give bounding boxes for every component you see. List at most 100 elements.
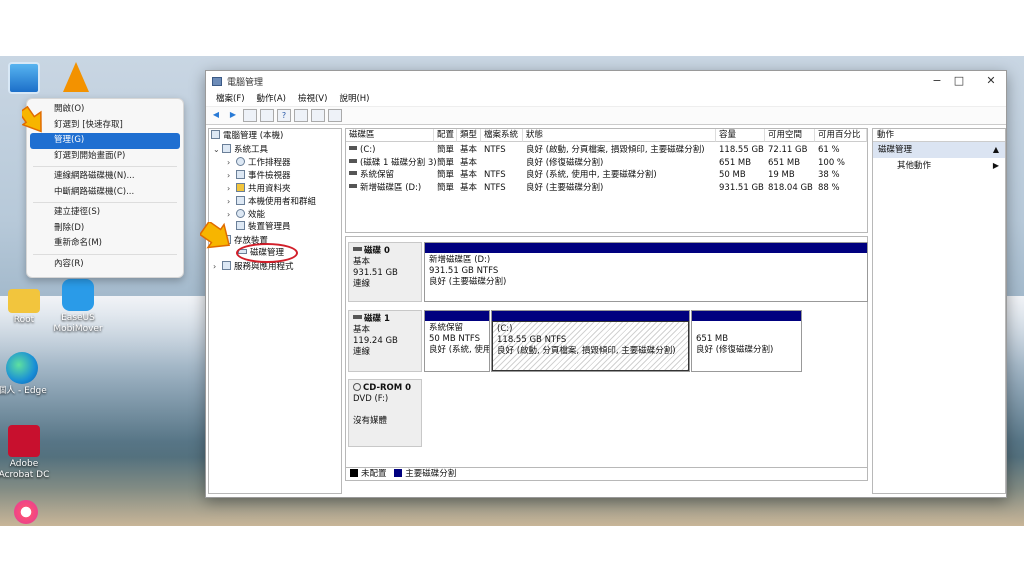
primary-partition-bar [425,311,489,321]
help-icon[interactable]: ? [277,109,291,122]
volume-row-cell: NTFS [484,145,506,155]
actions-more-label: 其他動作 [897,161,932,171]
volume-icon [349,183,357,188]
primary-partition-bar [425,243,867,253]
edge-desktop-icon[interactable]: 個人 - Edge [0,352,54,397]
up-folder-icon[interactable] [243,109,257,122]
chevron-right-icon[interactable]: › [227,169,236,182]
forward-icon[interactable]: ▶ [226,109,240,122]
menu-item-delete[interactable]: 刪除(D) [30,221,180,237]
view-icon[interactable] [311,109,325,122]
primary-partition-bar [692,311,801,321]
partition-recovery[interactable]: 651 MB 良好 (修復磁碟分割) [691,310,802,372]
column-header-free-space[interactable]: 可用空間 [765,129,815,142]
partition-c[interactable]: (C:) 118.55 GB NTFS 良好 (啟動, 分頁檔案, 損毀傾印, … [491,310,690,372]
title-bar[interactable]: 電腦管理 − □ ✕ [206,71,1006,91]
close-button[interactable]: ✕ [976,73,1006,89]
partition-d[interactable]: 新增磁碟區 (D:) 931.51 GB NTFS 良好 (主要磁碟分割) [424,242,868,302]
cdrom-label[interactable]: CD-ROM 0 DVD (F:) 沒有媒體 [348,379,422,447]
list-view-icon[interactable] [328,109,342,122]
menu-item-pin-start[interactable]: 釘選到開始畫面(P) [30,149,180,165]
tree-item-shared-folders[interactable]: › 共用資料夾 [227,182,291,195]
menu-item-properties[interactable]: 內容(R) [30,257,180,273]
chevron-right-icon[interactable]: › [227,156,236,169]
tree-item-root[interactable]: 電腦管理 (本機) [211,130,283,143]
column-header-filesystem[interactable]: 檔案系統 [481,129,523,142]
volume-row-cell: 88 % [818,182,840,193]
column-header-status[interactable]: 狀態 [523,129,716,142]
chevron-down-icon[interactable]: ⌄ [213,143,222,156]
volume-row-cell: 簡單 [437,182,455,193]
tree-item-performance[interactable]: › 效能 [227,208,265,221]
maximize-button[interactable]: □ [944,73,974,89]
services-icon [222,261,231,270]
easeus-mobimover-icon[interactable]: EaseUS MobiMover [46,279,110,335]
volume-row-name[interactable]: 系統保留 [346,169,394,182]
volume-row-name[interactable]: (C:) [346,144,375,157]
edge-icon [6,352,38,384]
back-icon[interactable]: ◀ [209,109,223,122]
partition-system-reserved[interactable]: 系統保留 50 MB NTFS 良好 (系統, 使用中 [424,310,490,372]
column-header-percent-free[interactable]: 可用百分比 [815,129,867,142]
tree-item-local-users[interactable]: › 本機使用者和群組 [227,195,316,208]
volume-row-name[interactable]: 新增磁碟區 (D:) [346,182,421,195]
menu-item-map-network-drive[interactable]: 連線網路磁碟機(N)... [30,169,180,185]
partition-size: 118.55 GB NTFS [497,335,567,345]
disk-0-label[interactable]: 磁碟 0 基本 931.51 GB 連線 [348,242,422,302]
tree-item-label: 效能 [248,210,266,220]
chevron-right-icon[interactable]: › [227,208,236,221]
volume-row-name[interactable]: (磁碟 1 磁碟分割 3) [346,157,437,170]
volume-row-cell [481,157,484,170]
menu-action[interactable]: 動作(A) [251,91,292,106]
vlc-desktop-icon[interactable] [44,62,108,94]
menu-item-open[interactable]: 開啟(O) [30,102,180,118]
cdrom-status: 沒有媒體 [353,416,388,426]
volume-row-cell: 簡單 [437,170,455,180]
tree-item-task-scheduler[interactable]: › 工作排程器 [227,156,291,169]
disk-0-row: 磁碟 0 基本 931.51 GB 連線 新增磁碟區 (D:) 931.51 G… [348,242,868,302]
volume-row-cell: 簡單 [437,145,455,155]
tree-item-device-manager[interactable]: 裝置管理員 [236,221,291,234]
volume-icon [349,146,357,150]
column-header-capacity[interactable]: 容量 [716,129,765,142]
menu-item-pin-quick-access[interactable]: 釘選到 [快速存取] [30,118,180,134]
properties-icon[interactable] [294,109,308,122]
tree-item-label: 工作排程器 [248,158,291,168]
column-header-volume[interactable]: 磁碟區 [346,129,434,142]
shared-folder-icon [236,183,245,192]
annotation-arrow-icon [200,222,231,249]
music-icon [14,500,38,524]
itunes-desktop-icon[interactable] [0,500,58,526]
actions-more[interactable]: 其他動作 ▶ [873,158,1005,174]
menu-file[interactable]: 檔案(F) [210,91,251,106]
easeus-mobimover-label: EaseUS MobiMover [53,313,103,334]
menu-item-create-shortcut[interactable]: 建立捷徑(S) [30,205,180,221]
column-header-type[interactable]: 類型 [457,129,481,142]
disk-1-label[interactable]: 磁碟 1 基本 119.24 GB 連線 [348,310,422,372]
adobe-acrobat-icon[interactable]: Adobe Acrobat DC [0,425,56,481]
disk-0-status: 連線 [353,279,371,289]
partition-size: 931.51 GB NTFS [429,266,499,276]
menu-item-disconnect-network-drive[interactable]: 中斷網路磁碟機(C)... [30,185,180,201]
chevron-right-icon[interactable]: › [213,260,222,273]
volume-row-cell: 38 % [818,170,840,180]
menu-view[interactable]: 檢視(V) [292,91,333,106]
show-hide-tree-icon[interactable] [260,109,274,122]
tree-item-system-tools[interactable]: ⌄ 系統工具 [213,143,268,156]
actions-disk-management[interactable]: 磁碟管理 ▲ [873,142,1005,158]
menu-item-rename[interactable]: 重新命名(M) [30,236,180,252]
collapse-up-icon[interactable]: ▲ [993,142,999,158]
menu-separator [33,253,177,255]
chevron-right-icon[interactable]: › [227,182,236,195]
disk-0-name: 磁碟 0 [364,246,390,256]
tree-item-label: 本機使用者和群組 [248,197,317,207]
partition-status: 良好 (修復磁碟分割) [696,345,774,355]
menu-help[interactable]: 說明(H) [333,91,375,106]
tree-item-label: 事件檢視器 [248,171,291,181]
monitor-icon [8,62,40,94]
tree-item-event-viewer[interactable]: › 事件檢視器 [227,169,291,182]
menu-item-manage[interactable]: 管理(G) [30,133,180,149]
column-header-layout[interactable]: 配置 [434,129,457,142]
disk-icon [353,247,362,251]
chevron-right-icon[interactable]: › [227,195,236,208]
